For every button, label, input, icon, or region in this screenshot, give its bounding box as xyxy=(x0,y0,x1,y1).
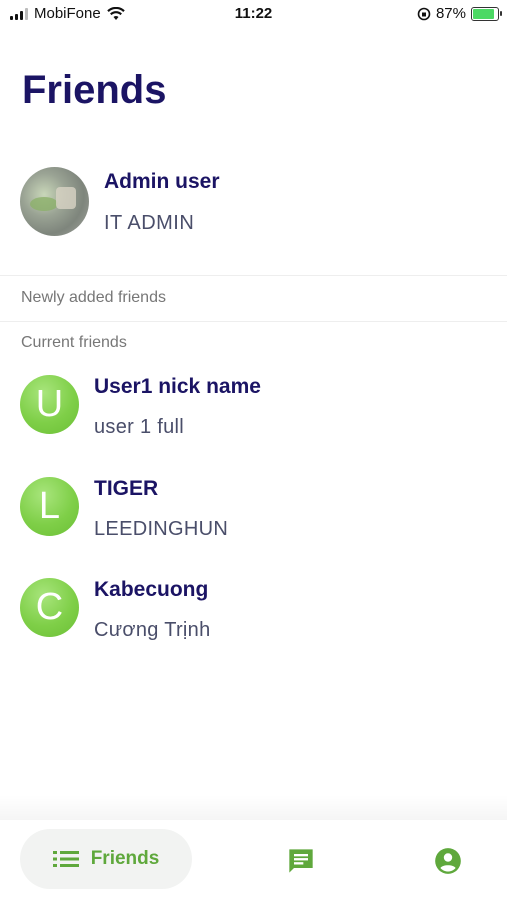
divider xyxy=(0,321,507,322)
section-label-newly-added: Newly added friends xyxy=(21,289,166,306)
chat-icon[interactable] xyxy=(287,847,315,875)
friend-fullname: Cương Trịnh xyxy=(94,619,211,641)
friend-nickname: User1 nick name xyxy=(94,375,261,398)
section-label-current-friends: Current friends xyxy=(21,334,127,351)
list-icon xyxy=(52,851,79,867)
friend-nickname: TIGER xyxy=(94,477,159,500)
friend-avatar: C xyxy=(20,578,79,637)
battery-percent: 87% xyxy=(435,5,466,22)
friend-fullname: user 1 full xyxy=(94,416,185,438)
bottom-navigation: Friends xyxy=(0,820,507,900)
admin-profile-row[interactable]: Admin user IT ADMIN xyxy=(20,167,490,237)
friend-list-item[interactable]: L TIGER LEEDINGHUN xyxy=(20,477,490,540)
admin-subtitle: IT ADMIN xyxy=(104,212,195,234)
admin-avatar xyxy=(20,167,89,236)
status-bar: MobiFone 11:22 87% xyxy=(0,0,507,30)
account-circle-icon[interactable] xyxy=(434,847,462,875)
friend-avatar: U xyxy=(20,375,79,434)
battery-icon xyxy=(471,6,502,21)
page-title: Friends xyxy=(22,68,167,112)
friend-list-item[interactable]: C Kabecuong Cương Trịnh xyxy=(20,578,490,641)
friend-fullname: LEEDINGHUN xyxy=(94,518,229,540)
admin-name: Admin user xyxy=(104,170,220,193)
divider xyxy=(0,275,507,276)
friend-list-item[interactable]: U User1 nick name user 1 full xyxy=(20,375,490,438)
friend-nickname: Kabecuong xyxy=(94,578,209,601)
nav-friends-tab[interactable]: Friends xyxy=(20,829,192,889)
nav-friends-label: Friends xyxy=(90,848,160,869)
orientation-lock-icon xyxy=(417,7,431,20)
friend-avatar: L xyxy=(20,477,79,536)
bottom-nav-shadow xyxy=(0,795,507,820)
